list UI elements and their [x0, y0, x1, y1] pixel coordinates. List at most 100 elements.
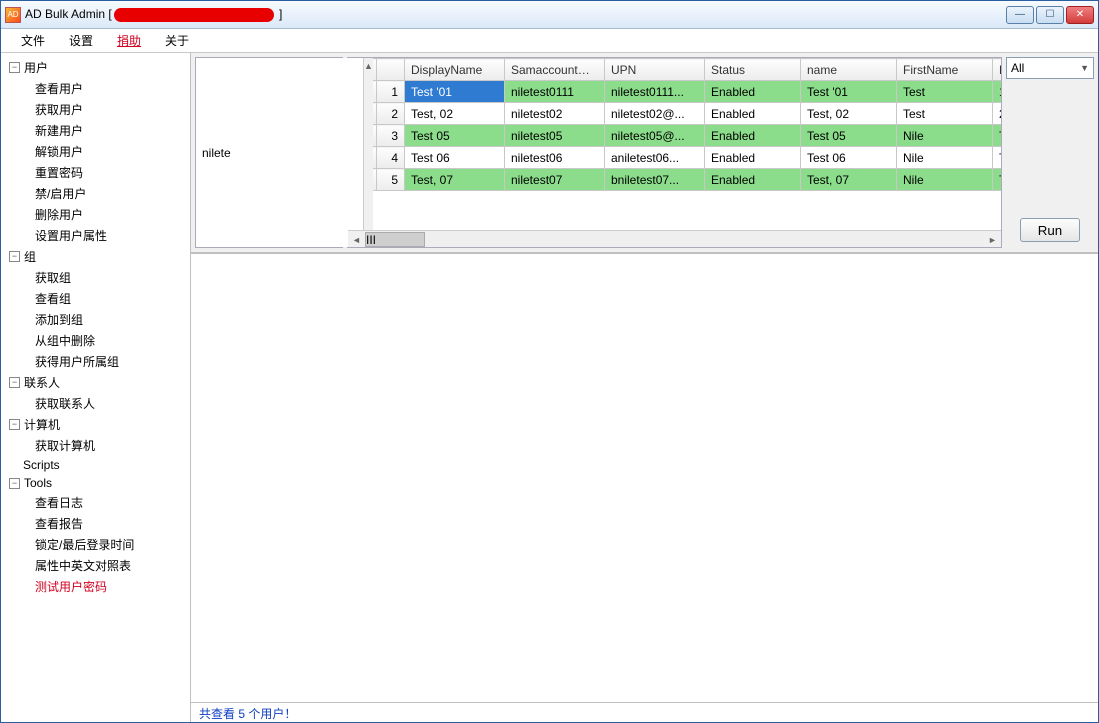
collapse-icon[interactable]: −	[9, 62, 20, 73]
grid-cell[interactable]: niletest0111...	[605, 81, 705, 103]
tree-group[interactable]: −计算机	[1, 414, 190, 435]
grid-cell[interactable]: niletest06	[505, 147, 605, 169]
grid-cell[interactable]: Test 06	[801, 147, 897, 169]
scroll-thumb[interactable]: III	[365, 232, 425, 247]
data-grid[interactable]: DisplayNameSamaccountNamUPNStatusnameFir…	[347, 57, 1002, 248]
grid-cell[interactable]: Tes	[993, 147, 1002, 169]
grid-cell[interactable]: Nile	[897, 147, 993, 169]
scroll-right-icon[interactable]: ►	[984, 231, 1001, 248]
grid-cell[interactable]: Test, 07	[801, 169, 897, 191]
grid-column-header[interactable]: Las	[993, 59, 1002, 81]
grid-cell[interactable]: Enabled	[705, 81, 801, 103]
grid-cell[interactable]: Test 05	[801, 125, 897, 147]
collapse-icon[interactable]: −	[9, 377, 20, 388]
grid-column-header[interactable]: SamaccountNam	[505, 59, 605, 81]
grid-cell[interactable]: Test '01	[801, 81, 897, 103]
menu-file[interactable]: 文件	[9, 30, 57, 51]
grid-cell[interactable]: bniletest07...	[605, 169, 705, 191]
minimize-button[interactable]: —	[1006, 6, 1034, 24]
close-button[interactable]: ✕	[1066, 6, 1094, 24]
tree-item[interactable]: 重置密码	[1, 162, 190, 183]
tree-item[interactable]: 获取计算机	[1, 435, 190, 456]
grid-cell[interactable]: Test	[897, 81, 993, 103]
sidebar[interactable]: −用户查看用户获取用户新建用户解锁用户重置密码禁/启用户删除用户设置用户属性−组…	[1, 53, 191, 722]
collapse-icon[interactable]: −	[9, 478, 20, 489]
tree-item[interactable]: 从组中删除	[1, 330, 190, 351]
tree-item[interactable]: 获取联系人	[1, 393, 190, 414]
tree-item[interactable]: 查看日志	[1, 492, 190, 513]
tree-item[interactable]: 锁定/最后登录时间	[1, 534, 190, 555]
grid-cell[interactable]: Test 06	[405, 147, 505, 169]
grid-cell[interactable]: 2	[993, 103, 1002, 125]
search-scrollbar[interactable]: ▲	[363, 58, 373, 247]
grid-cell[interactable]: Nile	[897, 169, 993, 191]
tree-group-label: 用户	[24, 59, 48, 76]
menubar: 文件 设置 捐助 关于	[1, 29, 1098, 53]
grid-cell[interactable]: Enabled	[705, 125, 801, 147]
maximize-button[interactable]: ☐	[1036, 6, 1064, 24]
tree-item[interactable]: 获取用户	[1, 99, 190, 120]
tree-item[interactable]: 获得用户所属组	[1, 351, 190, 372]
grid-cell[interactable]: Test, 07	[405, 169, 505, 191]
tree-item[interactable]: 设置用户属性	[1, 225, 190, 246]
grid-cell[interactable]: niletest02	[505, 103, 605, 125]
tree-item[interactable]: 解锁用户	[1, 141, 190, 162]
tree-group[interactable]: −Tools	[1, 474, 190, 492]
tree-item[interactable]: 添加到组	[1, 309, 190, 330]
grid-column-header[interactable]: UPN	[605, 59, 705, 81]
grid-cell[interactable]: Test	[897, 103, 993, 125]
collapse-icon[interactable]: −	[9, 419, 20, 430]
grid-cell[interactable]: 1	[993, 81, 1002, 103]
grid-column-header[interactable]: DisplayName	[405, 59, 505, 81]
title-prefix: AD Bulk Admin [	[25, 7, 112, 21]
grid-cell[interactable]: Test '01	[405, 81, 505, 103]
tree-item-scripts[interactable]: Scripts	[1, 456, 190, 474]
tree-item[interactable]: 查看用户	[1, 78, 190, 99]
menu-donate[interactable]: 捐助	[105, 30, 153, 51]
tree-item[interactable]: 查看报告	[1, 513, 190, 534]
table-row[interactable]: 4Test 06niletest06aniletest06...EnabledT…	[349, 147, 1002, 169]
search-input[interactable]	[196, 58, 363, 247]
tree-item[interactable]: 属性中英文对照表	[1, 555, 190, 576]
tree-group[interactable]: −用户	[1, 57, 190, 78]
status-bar: 共查看 5 个用户！	[191, 702, 1098, 722]
collapse-icon[interactable]: −	[9, 251, 20, 262]
grid-cell[interactable]: niletest07	[505, 169, 605, 191]
grid-cell[interactable]: Tes	[993, 125, 1002, 147]
table-row[interactable]: 3Test 05niletest05niletest05@...EnabledT…	[349, 125, 1002, 147]
grid-horizontal-scrollbar[interactable]: ◄ III ►	[348, 230, 1001, 247]
grid-column-header[interactable]: FirstName	[897, 59, 993, 81]
grid-cell[interactable]: Test, 02	[405, 103, 505, 125]
menu-settings[interactable]: 设置	[57, 30, 105, 51]
scroll-left-icon[interactable]: ◄	[348, 231, 365, 248]
grid-cell[interactable]: niletest0111	[505, 81, 605, 103]
grid-cell[interactable]: Enabled	[705, 103, 801, 125]
tree-item[interactable]: 新建用户	[1, 120, 190, 141]
grid-column-header[interactable]: name	[801, 59, 897, 81]
grid-column-header[interactable]: Status	[705, 59, 801, 81]
grid-cell[interactable]: Enabled	[705, 147, 801, 169]
grid-cell[interactable]: niletest02@...	[605, 103, 705, 125]
table-row[interactable]: 2Test, 02niletest02niletest02@...Enabled…	[349, 103, 1002, 125]
table-row[interactable]: 5Test, 07niletest07bniletest07...Enabled…	[349, 169, 1002, 191]
scroll-up-icon[interactable]: ▲	[364, 58, 373, 74]
table-row[interactable]: ▶1Test '01niletest0111niletest0111...Ena…	[349, 81, 1002, 103]
tree-item[interactable]: 测试用户密码	[1, 576, 190, 597]
grid-cell[interactable]: Test 05	[405, 125, 505, 147]
grid-cell[interactable]: niletest05	[505, 125, 605, 147]
grid-cell[interactable]: niletest05@...	[605, 125, 705, 147]
menu-about[interactable]: 关于	[153, 30, 201, 51]
grid-cell[interactable]: aniletest06...	[605, 147, 705, 169]
grid-cell[interactable]: Test, 02	[801, 103, 897, 125]
tree-group[interactable]: −联系人	[1, 372, 190, 393]
tree-item[interactable]: 获取组	[1, 267, 190, 288]
tree-group[interactable]: −组	[1, 246, 190, 267]
grid-cell[interactable]: Nile	[897, 125, 993, 147]
run-button[interactable]: Run	[1020, 218, 1080, 242]
tree-item[interactable]: 禁/启用户	[1, 183, 190, 204]
grid-cell[interactable]: Tes	[993, 169, 1002, 191]
tree-item[interactable]: 删除用户	[1, 204, 190, 225]
grid-cell[interactable]: Enabled	[705, 169, 801, 191]
filter-dropdown[interactable]: All ▼	[1006, 57, 1094, 79]
tree-item[interactable]: 查看组	[1, 288, 190, 309]
